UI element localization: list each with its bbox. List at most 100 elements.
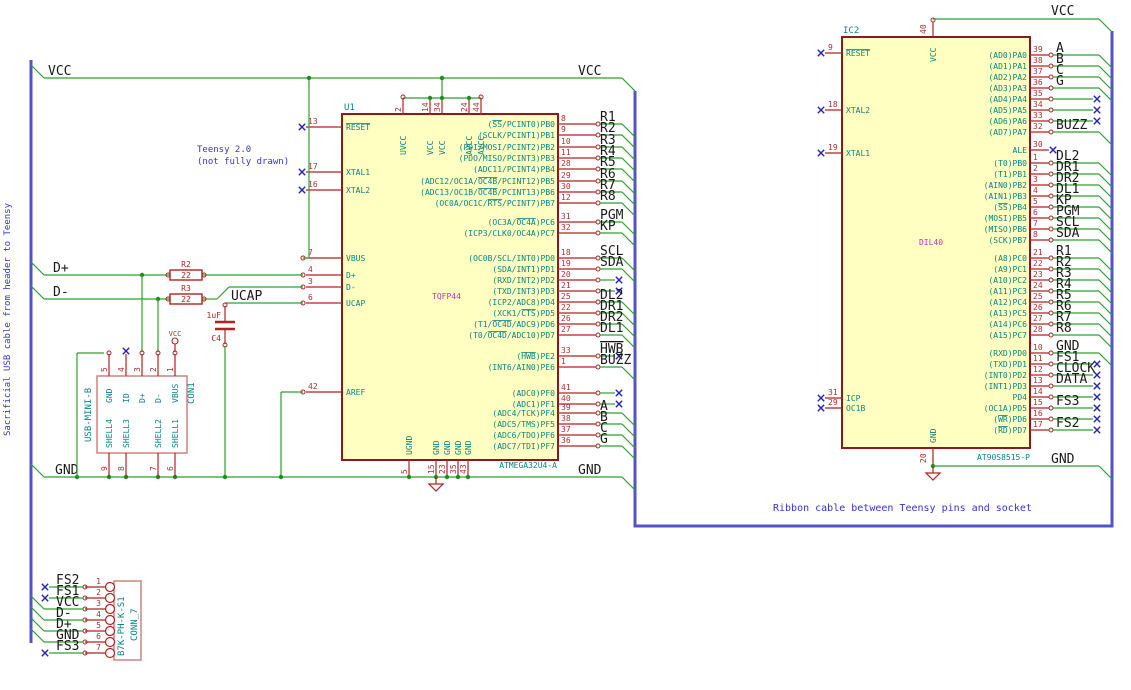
net-label[interactable]: R8 xyxy=(600,189,616,204)
net-label[interactable]: KP xyxy=(600,219,616,234)
bus-entry xyxy=(1098,465,1113,480)
pin-number: 3 xyxy=(1033,175,1038,184)
net-label[interactable]: R8 xyxy=(1056,321,1072,336)
sacrificial-usb-note[interactable]: Sacrificial USB cable from header to Tee… xyxy=(3,203,13,436)
pin-number: 13 xyxy=(1033,376,1043,385)
pin-name: (ADC4/TCK)PF4 xyxy=(492,409,555,418)
pin-end-circle xyxy=(1048,85,1054,91)
junction-dot xyxy=(427,95,433,101)
conn7-pad xyxy=(104,636,116,648)
bus-entry xyxy=(621,202,636,217)
pin-number: 15 xyxy=(427,464,436,474)
net-label[interactable]: G xyxy=(600,432,608,447)
net-label-dminus[interactable]: D- xyxy=(53,285,69,300)
pin-name: GND xyxy=(443,440,452,455)
net-label-gnd[interactable]: GND xyxy=(1051,452,1075,467)
pin-name: OC1B xyxy=(846,404,865,413)
pin-name: (RXD/INT2)PD2 xyxy=(492,276,555,285)
u1-value[interactable]: ATMEGA32U4-A xyxy=(499,461,557,470)
pin-number: 8 xyxy=(117,466,126,471)
bus-entry xyxy=(1098,279,1113,294)
resistor-value: 22 xyxy=(181,295,191,304)
u1-ref[interactable]: U1 xyxy=(344,103,355,113)
junction-dot xyxy=(455,474,461,480)
conn7-value[interactable]: B7K-PH-K-S1 xyxy=(117,596,127,656)
bus-entry xyxy=(621,221,636,236)
net-label-gnd[interactable]: GND xyxy=(578,463,602,478)
pin-number: 20 xyxy=(919,453,928,463)
pin-number: 7 xyxy=(1033,219,1038,228)
pin-number: 5 xyxy=(1033,197,1038,206)
pin-name: (ADC13/OC1B/OC4B/PCINT13)PB6 xyxy=(420,188,555,197)
conn7-ref[interactable]: CONN_7 xyxy=(130,608,140,641)
pin-name: UGND xyxy=(405,436,414,455)
pin-end-circle xyxy=(595,390,601,396)
net-label[interactable]: SDA xyxy=(600,255,624,270)
pin-name: (OC1A)PD5 xyxy=(984,404,1028,413)
bus-entry xyxy=(1098,257,1113,272)
pin-name: (SS/PCINT0)PB0 xyxy=(488,120,556,129)
net-label[interactable]: BUZZ xyxy=(600,353,631,368)
bus-entry xyxy=(1098,323,1113,338)
net-label-ucap[interactable]: UCAP xyxy=(231,289,262,304)
teensy-note-line2: (not fully drawn) xyxy=(197,157,290,167)
ribbon-cable-note[interactable]: Ribbon cable between Teensy pins and soc… xyxy=(773,503,1032,514)
pin-name: XTAL2 xyxy=(346,186,370,195)
net-label-gnd[interactable]: GND xyxy=(55,463,79,478)
pin-end-circle xyxy=(595,277,601,283)
pin-name: (SCK)PB7 xyxy=(988,236,1027,245)
pin-end-circle xyxy=(1048,350,1054,356)
pin-name: VCC xyxy=(438,140,447,155)
bus-entry xyxy=(1098,162,1113,177)
bus-entry xyxy=(30,606,45,621)
ic2-value[interactable]: AT90S8515-P xyxy=(977,453,1030,462)
pin-number: 6 xyxy=(166,466,175,471)
pin-number: 36 xyxy=(1033,78,1043,87)
bus-entry xyxy=(621,77,636,92)
pin-number: 29 xyxy=(828,398,838,407)
pin-name: GND xyxy=(105,388,114,403)
pin-name: SHELL2 xyxy=(154,419,163,448)
pin-name: (INT0)PD2 xyxy=(984,371,1028,380)
bus-entry xyxy=(1098,290,1113,305)
net-label[interactable]: DATA xyxy=(1056,372,1087,387)
conn7-pad xyxy=(104,647,116,659)
pin-number: 26 xyxy=(1033,303,1043,312)
net-label-vcc[interactable]: VCC xyxy=(48,64,71,79)
pin-number: 22 xyxy=(561,303,571,312)
net-label[interactable]: G xyxy=(1056,74,1064,89)
pin-number: 23 xyxy=(1033,270,1043,279)
conn7-pad xyxy=(104,625,116,637)
ic2-ref[interactable]: IC2 xyxy=(843,26,859,36)
net-label[interactable]: FS3 xyxy=(56,639,79,654)
pin-number: 28 xyxy=(561,159,571,168)
pin-name: (A14)PC6 xyxy=(988,320,1027,329)
pin-name: (TXD)PD1 xyxy=(988,360,1027,369)
net-label-vcc[interactable]: VCC xyxy=(578,64,601,79)
net-label[interactable]: FS2 xyxy=(1056,416,1079,431)
schematic-drawing: U1ATMEGA32U4-ATQFP448(SS/PCINT0)PB0 R19(S… xyxy=(29,4,1114,661)
net-label[interactable]: FS3 xyxy=(1056,394,1079,409)
usb-ref[interactable]: CON1 xyxy=(187,382,197,404)
bus-entry xyxy=(1098,206,1113,221)
pin-number: 4 xyxy=(96,610,101,619)
pin-number: 24 xyxy=(1033,281,1043,290)
net-label-vcc[interactable]: VCC xyxy=(1051,4,1074,19)
bus-entry xyxy=(621,157,636,172)
pin-name: (SS)PB4 xyxy=(993,203,1027,212)
pin-number: 40 xyxy=(561,394,571,403)
pin-end-circle xyxy=(1048,299,1054,305)
net-label[interactable]: DL1 xyxy=(600,321,623,336)
wire[interactable] xyxy=(216,286,230,300)
net-label-dplus[interactable]: D+ xyxy=(53,261,69,276)
net-label[interactable]: BUZZ xyxy=(1056,118,1087,133)
pin-name: (INT1)PD3 xyxy=(984,382,1028,391)
usb-value[interactable]: USB-MINI-B xyxy=(84,388,94,442)
junction-dot xyxy=(444,474,450,480)
pin-number: 26 xyxy=(561,314,571,323)
pin-name: (A10)PC2 xyxy=(988,276,1027,285)
net-label[interactable]: SDA xyxy=(1056,226,1080,241)
pin-name: (AD6)PA6 xyxy=(988,117,1027,126)
teensy-note[interactable]: Teensy 2.0 (not fully drawn) xyxy=(197,144,289,168)
junction-dot xyxy=(278,474,284,480)
